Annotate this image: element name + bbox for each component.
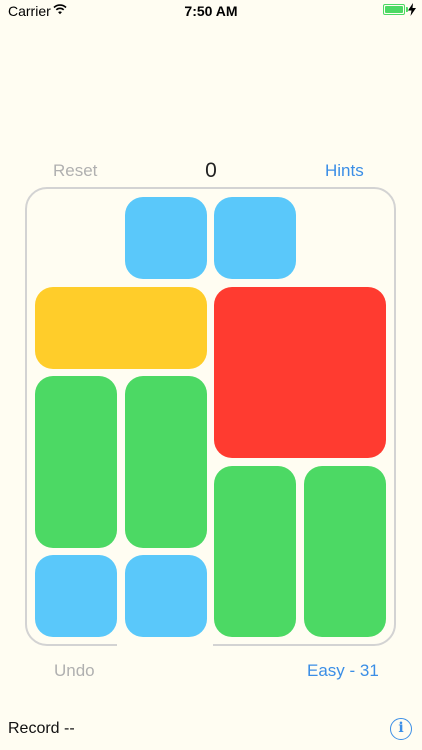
hints-button[interactable]: Hints xyxy=(325,161,364,181)
game-controls-top: Reset 0 Hints xyxy=(0,157,422,187)
small-block-2[interactable] xyxy=(214,197,296,279)
small-block-3[interactable] xyxy=(35,555,117,637)
clock: 7:50 AM xyxy=(184,3,238,19)
info-icon[interactable]: i xyxy=(390,718,412,740)
vertical-block-3[interactable] xyxy=(214,465,296,637)
battery-level-fill xyxy=(385,6,403,13)
vertical-block-4[interactable] xyxy=(303,465,386,637)
vertical-block-1[interactable] xyxy=(35,376,117,548)
status-bar: Carrier 7:50 AM xyxy=(0,0,422,22)
small-block-1[interactable] xyxy=(124,197,207,279)
vertical-block-2[interactable] xyxy=(124,376,207,548)
undo-button[interactable]: Undo xyxy=(54,661,95,681)
record-label: Record -- xyxy=(8,720,75,737)
board-exit-opening xyxy=(117,642,213,648)
horizontal-block[interactable] xyxy=(35,286,207,369)
charging-bolt-icon xyxy=(408,3,416,16)
battery-icon xyxy=(383,4,405,15)
big-red-block[interactable] xyxy=(214,286,386,458)
small-block-4[interactable] xyxy=(124,555,207,637)
level-selector[interactable]: Easy - 31 xyxy=(307,661,379,681)
